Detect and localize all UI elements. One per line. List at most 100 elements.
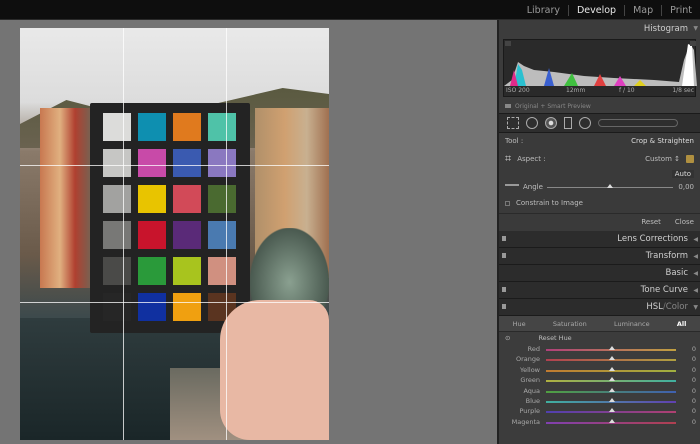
auto-button[interactable]: Auto (671, 170, 694, 178)
crop-frame-icon[interactable]: ⌗ (505, 152, 511, 166)
module-develop[interactable]: Develop (567, 4, 624, 16)
level-tool-icon[interactable] (505, 184, 519, 190)
photo-crop-area[interactable] (20, 28, 329, 440)
collapse-icon: ▼ (693, 25, 698, 32)
constrain-row: Constrain to Image (499, 195, 700, 211)
slider-value[interactable]: 0 (692, 418, 696, 426)
red-eye-icon[interactable] (545, 117, 557, 129)
panel-hsl-color[interactable]: HSL / Color ▼ (499, 299, 700, 316)
color-swatch (208, 221, 236, 249)
histogram-header[interactable]: Histogram ▼ (499, 20, 700, 37)
module-library[interactable]: Library (519, 5, 568, 16)
module-map[interactable]: Map (624, 4, 661, 16)
tab-saturation[interactable]: Saturation (553, 320, 587, 328)
reset-hue-row: ⊙ Reset Hue (499, 332, 700, 344)
panel-basic[interactable]: Basic ◀ (499, 265, 700, 282)
slider-value[interactable]: 0 (692, 355, 696, 363)
brush-slider[interactable] (598, 119, 678, 127)
crop-grid-line (226, 28, 227, 440)
color-swatch (138, 185, 166, 213)
tab-luminance[interactable]: Luminance (614, 320, 650, 328)
hue-slider-thumb[interactable] (609, 356, 615, 361)
hue-slider-thumb[interactable] (609, 418, 615, 423)
hue-slider-thumb[interactable] (609, 377, 615, 382)
slider-value[interactable]: 0 (692, 366, 696, 374)
hue-slider-thumb[interactable] (609, 366, 615, 371)
module-print[interactable]: Print (661, 4, 700, 16)
hue-slider-thumb[interactable] (609, 346, 615, 350)
color-swatch (103, 149, 131, 177)
slider-value[interactable]: 0 (692, 397, 696, 405)
hue-slider-thumb[interactable] (609, 408, 615, 413)
preview-label: Original + Smart Preview (515, 102, 591, 110)
tab-all[interactable]: All (677, 320, 687, 328)
color-swatch (138, 257, 166, 285)
angle-slider-thumb[interactable] (607, 184, 613, 188)
panel-tone-curve[interactable]: Tone Curve ◀ (499, 282, 700, 299)
constrain-label: Constrain to Image (516, 199, 583, 207)
slider-value[interactable]: 0 (692, 387, 696, 395)
histogram-title: Histogram (643, 23, 688, 34)
color-swatch (173, 113, 201, 141)
panel-toggle-icon[interactable] (502, 304, 506, 309)
color-swatch (208, 149, 236, 177)
collapse-icon: ▼ (693, 303, 698, 311)
crop-grid-line (20, 302, 329, 303)
develop-right-panel: Histogram ▼ ISO 200 12mm f / 10 1/8 sec O… (497, 20, 700, 444)
histogram-graph (504, 41, 697, 86)
preview-icon (505, 104, 511, 108)
radial-filter-icon[interactable] (579, 117, 591, 129)
target-adjust-icon[interactable]: ⊙ (505, 334, 510, 342)
slider-value[interactable]: 0 (692, 407, 696, 415)
slider-label: Blue (525, 396, 540, 405)
color-swatch (173, 293, 201, 321)
graduated-filter-icon[interactable] (564, 117, 572, 129)
spot-removal-icon[interactable] (526, 117, 538, 129)
color-swatch (138, 293, 166, 321)
hue-slider-row-yellow: Yellow 0 (499, 365, 700, 375)
crop-actions: Reset Close (499, 213, 700, 229)
aspect-dropdown[interactable]: Custom ↕ (645, 155, 680, 163)
close-button[interactable]: Close (675, 218, 694, 226)
slider-label: Orange (515, 355, 540, 364)
slider-value[interactable]: 0 (692, 376, 696, 384)
panel-transform[interactable]: Transform ◀ (499, 248, 700, 265)
hue-slider-row-purple: Purple 0 (499, 406, 700, 416)
hue-slider-thumb[interactable] (609, 397, 615, 402)
histogram[interactable]: ISO 200 12mm f / 10 1/8 sec (503, 39, 697, 97)
iso-value: ISO 200 (506, 87, 530, 94)
hsl-tabs: Hue Saturation Luminance All (499, 316, 700, 332)
color-swatch (103, 293, 131, 321)
color-swatch (103, 257, 131, 285)
hue-slider-thumb[interactable] (609, 387, 615, 392)
constrain-checkbox[interactable] (505, 200, 510, 206)
panel-toggle-icon[interactable] (502, 253, 506, 258)
lock-icon[interactable] (686, 155, 694, 163)
aspect-row: ⌗ Aspect : Custom ↕ (499, 149, 700, 169)
slider-label: Yellow (519, 365, 540, 374)
color-title[interactable]: Color (666, 302, 688, 312)
angle-value[interactable]: 0,00 (678, 183, 694, 191)
reset-hue-button[interactable]: Reset Hue (538, 334, 571, 342)
slider-label: Purple (519, 407, 540, 416)
auto-row: Auto (499, 169, 700, 179)
color-swatch (138, 221, 166, 249)
slider-value[interactable]: 0 (692, 345, 696, 353)
panel-toggle-icon[interactable] (502, 236, 506, 241)
hue-slider-row-aqua: Aqua 0 (499, 386, 700, 396)
shutter-speed: 1/8 sec (672, 87, 694, 94)
panel-toggle-icon[interactable] (502, 287, 506, 292)
panel-title: Basic (665, 268, 688, 278)
hsl-title[interactable]: HSL (646, 302, 663, 312)
tool-name: Crop & Straighten (631, 137, 694, 145)
slider-label: Magenta (511, 417, 540, 426)
panel-lens-corrections[interactable]: Lens Corrections ◀ (499, 231, 700, 248)
crop-tool-icon[interactable] (507, 117, 519, 129)
collapse-icon: ◀ (693, 235, 698, 243)
top-bar: Library Develop Map Print (0, 0, 700, 20)
color-swatch (138, 149, 166, 177)
reset-button[interactable]: Reset (641, 218, 661, 226)
collapse-icon: ◀ (693, 252, 698, 260)
tool-label: Tool : (505, 137, 524, 145)
tab-hue[interactable]: Hue (513, 320, 526, 328)
